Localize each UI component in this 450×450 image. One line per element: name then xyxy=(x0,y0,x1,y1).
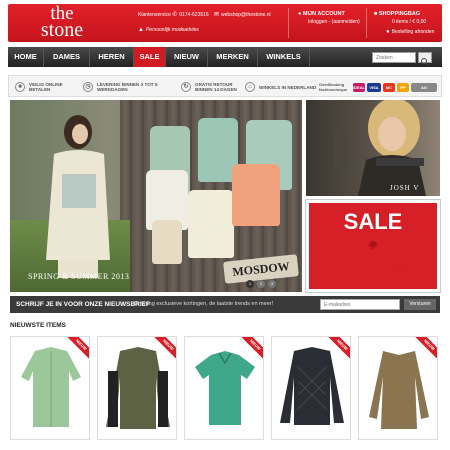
nav-winkels[interactable]: WINKELS xyxy=(258,47,310,67)
section-title: NIEUWSTE ITEMS xyxy=(10,322,66,329)
logo[interactable]: the stone xyxy=(26,4,98,41)
header-divider xyxy=(288,8,289,38)
ideal-logo: iDEAL xyxy=(353,83,365,92)
shoppingbag-title[interactable]: ■ SHOPPINGBAG xyxy=(374,11,420,17)
polo-icon xyxy=(195,351,255,425)
slider-dot[interactable]: 1 xyxy=(246,280,254,288)
usp-text: GRATIS RETOUR BINNEN 14 DAGEN xyxy=(195,82,237,92)
checkout-link[interactable]: ● Bestelling afronden xyxy=(386,29,434,35)
promo-banner-josh-v[interactable]: JOSH V xyxy=(306,100,440,196)
usp-item: ◷ LEVERING BINNEN 3 TOT 5 WERKDAGEN xyxy=(83,76,167,98)
home-icon: ⌂ xyxy=(245,82,255,92)
clock-icon: ◷ xyxy=(83,82,93,92)
ribbon-bow-icon xyxy=(353,235,393,261)
nav-home[interactable]: HOME xyxy=(8,47,44,67)
page: the stone Klantenservice ✆ 0174-623516 ✉ w… xyxy=(8,4,442,446)
sweater-icon xyxy=(369,351,429,429)
usp-item: ↻ GRATIS RETOUR BINNEN 14 DAGEN xyxy=(181,76,243,98)
garment-skirt xyxy=(152,220,182,264)
account-title[interactable]: ● MIJN ACCOUNT xyxy=(298,11,345,17)
afterpay-logo: AG xyxy=(411,83,437,92)
nav-dames[interactable]: DAMES xyxy=(44,47,90,67)
newsletter-text: Ontvang exclusieve kortingen, de laatste… xyxy=(134,301,274,307)
slider-dot[interactable]: 2 xyxy=(257,280,265,288)
shirt-icon: ▲ xyxy=(138,27,144,33)
model-image xyxy=(46,115,110,278)
slider-dot[interactable]: 3 xyxy=(268,280,276,288)
newsletter-title: SCHRIJF JE IN VOOR ONZE NIEUWSBRIEF xyxy=(16,301,150,308)
site-header: the stone Klantenservice ✆ 0174-623516 ✉ w… xyxy=(8,4,442,42)
jacket-icon xyxy=(21,347,81,427)
fashioncheque-logo: OverBooking fashioncheque xyxy=(319,82,348,92)
jacket-icon xyxy=(106,347,170,429)
sale-percentage: TOT 75% xyxy=(328,261,418,284)
slider-caption: SPRING & SUMMER 2013 xyxy=(28,272,130,281)
sale-banner[interactable]: SALE TOT 75% xyxy=(305,199,441,293)
customer-service-label: Klantenservice xyxy=(138,12,171,18)
bag-icon: ■ xyxy=(374,11,378,17)
usp-item[interactable]: ⌂ WINKELS IN NEDERLAND xyxy=(245,76,317,98)
customer-service[interactable]: Klantenservice ✆ 0174-623516 xyxy=(138,11,209,18)
user-icon: ● xyxy=(298,11,302,17)
account-links[interactable]: Inloggen - (aanmelden) xyxy=(308,19,360,25)
paypal-logo: PP xyxy=(397,83,409,92)
usp-item: ■ VEILIG ONLINE BETALEN xyxy=(15,76,81,98)
shoppingbag-title-text: SHOPPINGBAG xyxy=(378,11,421,17)
product-card[interactable]: NIEUW xyxy=(10,336,90,440)
mail-icon: ✉ xyxy=(214,12,220,18)
phone-number: 0174-623516 xyxy=(179,12,209,18)
lock-icon: ■ xyxy=(15,82,25,92)
search-button[interactable] xyxy=(418,52,432,66)
tagline: ▲ Persoonlijk modeadvies xyxy=(138,27,199,33)
usp-bar: ■ VEILIG ONLINE BETALEN ◷ LEVERING BINNEN … xyxy=(8,75,442,97)
nav-heren[interactable]: HEREN xyxy=(90,47,134,67)
phone-icon: ✆ xyxy=(172,12,178,18)
hero-slider[interactable]: SPRING & SUMMER 2013 MOSDOW 1 2 3 xyxy=(10,100,302,292)
product-card[interactable]: NIEUW xyxy=(97,336,177,440)
search-icon xyxy=(421,58,429,66)
newsletter-submit-button[interactable]: Versturen xyxy=(404,299,436,310)
product-card[interactable]: NIEUW xyxy=(271,336,351,440)
bag-summary: 0 items / € 0,00 xyxy=(392,19,427,25)
newsletter-email-input[interactable] xyxy=(320,299,400,310)
slider-dots: 1 2 3 xyxy=(246,280,276,288)
return-icon: ↻ xyxy=(181,82,191,92)
product-card[interactable]: NIEUW xyxy=(358,336,438,440)
nav-merken[interactable]: MERKEN xyxy=(208,47,258,67)
usp-text: LEVERING BINNEN 3 TOT 5 WERKDAGEN xyxy=(97,82,158,92)
visa-logo: VISA xyxy=(367,83,381,92)
mastercard-logo: MC xyxy=(383,83,395,92)
main-nav: HOME DAMES HEREN SALE NIEUW MERKEN WINKE… xyxy=(8,47,442,67)
usp-text: WINKELS IN NEDERLAND xyxy=(259,84,317,90)
search-input[interactable] xyxy=(372,52,416,63)
model-with-gun-image xyxy=(334,100,426,196)
jacket-icon xyxy=(280,347,344,425)
promo-brand: JOSH V xyxy=(390,184,420,192)
newsletter-bar: SCHRIJF JE IN VOOR ONZE NIEUWSBRIEF Ontv… xyxy=(10,296,440,313)
header-divider xyxy=(366,8,367,38)
tagline-text: Persoonlijk modeadvies xyxy=(145,27,199,33)
account-title-text: MIJN ACCOUNT xyxy=(302,11,345,17)
nav-nieuw[interactable]: NIEUW xyxy=(166,47,208,67)
check-circle-icon: ● xyxy=(386,29,390,35)
garment-orange-top xyxy=(232,164,280,226)
email-address: webshop@thestone.nl xyxy=(221,12,271,18)
logo-line2: stone xyxy=(40,19,84,41)
email-link[interactable]: ✉ webshop@thestone.nl xyxy=(214,11,271,18)
usp-text: VEILIG ONLINE BETALEN xyxy=(29,82,63,92)
garment-dress xyxy=(188,190,234,258)
product-card[interactable]: NIEUW xyxy=(184,336,264,440)
checkout-text: Bestelling afronden xyxy=(391,29,435,35)
nav-sale[interactable]: SALE xyxy=(134,47,166,67)
